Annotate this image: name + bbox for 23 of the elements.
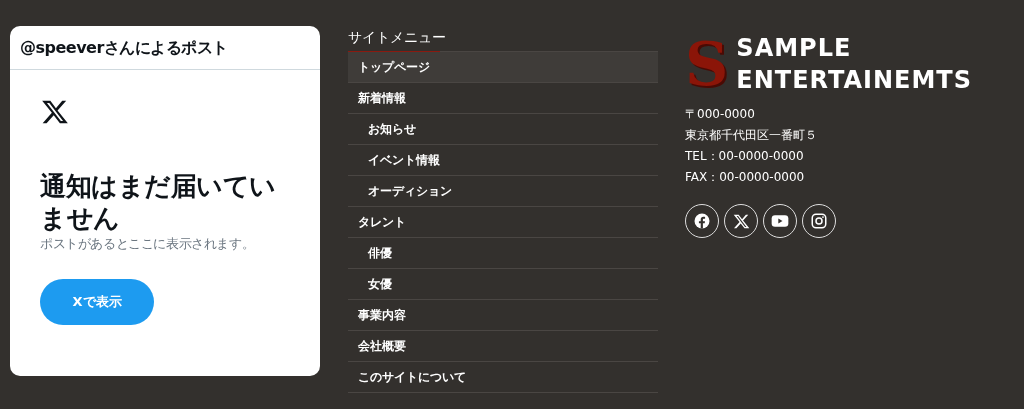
empty-heading: 通知はまだ届いていません [40,170,277,234]
x-logo-icon [41,98,69,126]
menu-item[interactable]: お知らせ [348,114,658,145]
menu-item[interactable]: オーディション [348,176,658,207]
empty-message: ポストがあるとここに表示されます。 [40,236,255,253]
menu-item[interactable]: 会社概要 [348,331,658,362]
logo-text: ENTERTAINEMTS [736,65,973,96]
menu-item[interactable]: トップページ [348,52,658,83]
card-title: @speeverさんによるポスト [10,26,320,70]
menu-item[interactable]: このサイトについて [348,362,658,393]
menu-title: サイトメニュー [348,28,447,47]
logo-text: SAMPLE [736,33,853,64]
menu-item[interactable]: 俳優 [348,238,658,269]
menu-item[interactable]: 女優 [348,269,658,300]
menu-item[interactable]: タレント [348,207,658,238]
menu-item[interactable]: イベント情報 [348,145,658,176]
address-line: FAX：00-0000-0000 [685,169,806,186]
logo-mark: S [685,32,729,96]
menu-item[interactable]: 新着情報 [348,83,658,114]
address-line: 東京都千代田区一番町５ [685,127,818,144]
menu-item[interactable]: 事業内容 [348,300,658,331]
address-line: TEL：00-0000-0000 [685,148,805,165]
address-line: 〒000-0000 [685,106,756,123]
